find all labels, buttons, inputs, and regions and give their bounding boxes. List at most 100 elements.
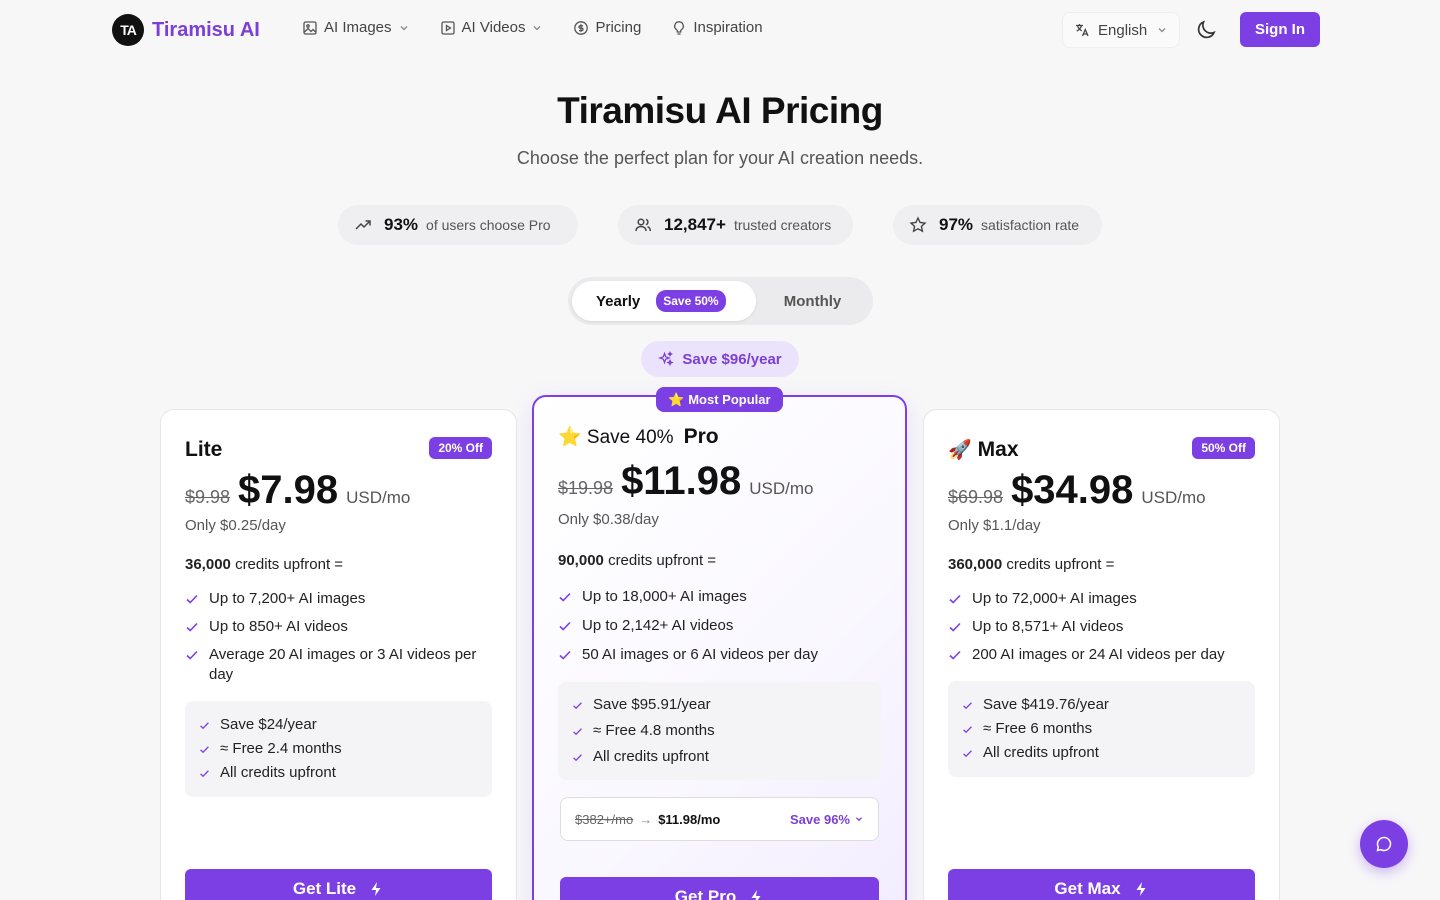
get-lite-button[interactable]: Get Lite: [185, 869, 492, 900]
chevron-down-icon: [856, 817, 862, 822]
perk-item: Save $419.76/year: [962, 693, 1241, 717]
dollar-circle-icon: [574, 20, 589, 35]
price-unit: USD/mo: [1141, 488, 1206, 507]
cta-label: Get Pro: [674, 887, 737, 900]
check-icon: [573, 753, 582, 761]
compare-old-price: $382+/mo: [575, 811, 634, 827]
price-per-day: Only $0.25/day: [185, 517, 286, 534]
feature-text: 50 AI images or 6 AI videos per day: [582, 646, 818, 663]
perk-text: ≈ Free 4.8 months: [593, 722, 715, 739]
perks-box: Save $24/year ≈ Free 2.4 months All cred…: [185, 701, 492, 797]
check-icon: [186, 650, 198, 660]
check-icon: [200, 769, 209, 777]
trending-up-icon: [355, 220, 371, 230]
plan-prefix: ⭐ Save 40%: [558, 427, 674, 448]
check-icon: [200, 721, 209, 729]
current-price: $7.98: [238, 468, 339, 512]
feature-item: Up to 18,000+ AI images: [558, 587, 885, 607]
chevron-down-icon: [400, 25, 407, 30]
check-icon: [559, 621, 571, 631]
credits-suffix: credits upfront =: [1006, 556, 1115, 573]
check-icon: [963, 749, 972, 757]
compare-save: Save 96%: [790, 812, 864, 827]
perk-text: ≈ Free 6 months: [983, 720, 1093, 737]
price-per-day: Only $0.38/day: [558, 511, 659, 528]
lightning-icon: [1136, 882, 1146, 896]
original-price: $19.98: [558, 478, 614, 498]
rocket-icon: 🚀: [948, 440, 972, 461]
feature-list: Up to 72,000+ AI images Up to 8,571+ AI …: [948, 589, 1259, 673]
perk-item: ≈ Free 6 months: [962, 717, 1241, 741]
stat-value: 93%: [384, 215, 419, 234]
stat-label: of users choose Pro: [426, 217, 551, 233]
check-icon: [963, 701, 972, 709]
get-pro-button[interactable]: Get Pro: [560, 877, 879, 900]
video-icon: [440, 20, 455, 35]
original-price: $9.98: [185, 487, 231, 507]
perks-box: Save $95.91/year ≈ Free 4.8 months All c…: [558, 682, 881, 780]
star-icon: [909, 216, 927, 233]
perk-text: All credits upfront: [983, 744, 1099, 761]
perk-text: Save $24/year: [220, 716, 317, 733]
sign-in-button[interactable]: Sign In: [1240, 12, 1320, 47]
get-max-button[interactable]: Get Max: [948, 869, 1255, 900]
credits-amount: 90,000: [558, 552, 604, 569]
perks-box: Save $419.76/year ≈ Free 6 months All cr…: [948, 681, 1255, 777]
image-icon: [303, 20, 317, 35]
lightning-icon: [751, 890, 761, 900]
stat-pill-satisfaction: 97% satisfaction rate: [893, 205, 1102, 245]
nav-link-label: Pricing: [595, 19, 642, 36]
plan-card-lite: Lite 20% Off $9.98 $7.98 USD/mo Only $0.…: [160, 409, 517, 900]
chat-button[interactable]: [1360, 820, 1408, 868]
perk-item: All credits upfront: [962, 741, 1241, 765]
feature-text: Up to 8,571+ AI videos: [972, 618, 1124, 635]
check-icon: [186, 622, 198, 632]
page-title: Tiramisu AI Pricing: [557, 90, 883, 131]
billing-yearly-label: Yearly: [596, 292, 641, 310]
check-icon: [949, 622, 961, 632]
language-select[interactable]: English: [1062, 12, 1180, 48]
price-unit: USD/mo: [749, 479, 814, 498]
nav-link-ai-videos[interactable]: AI Videos: [440, 19, 544, 36]
save-per-year-badge: Save $96/year: [641, 341, 799, 377]
credits-line: 360,000 credits upfront =: [948, 556, 1114, 573]
credits-amount: 36,000: [185, 556, 231, 573]
most-popular-badge: ⭐ Most Popular: [656, 387, 783, 412]
feature-item: Up to 850+ AI videos: [185, 617, 496, 637]
nav-link-pricing[interactable]: Pricing: [573, 19, 641, 36]
nav-link-inspiration[interactable]: Inspiration: [671, 19, 763, 36]
credits-line: 90,000 credits upfront =: [558, 552, 716, 569]
plan-name-row: ⭐ Save 40% Pro: [558, 425, 719, 449]
translate-icon: [1076, 24, 1089, 37]
lightning-icon: [371, 882, 381, 896]
moon-icon[interactable]: [1194, 18, 1218, 42]
price-comparison-toggle[interactable]: $382+/mo → $11.98/mo Save 96%: [560, 797, 879, 841]
credits-suffix: credits upfront =: [235, 556, 344, 573]
perk-text: Save $419.76/year: [983, 696, 1109, 713]
current-price: $11.98: [621, 459, 742, 503]
cta-label: Get Max: [1054, 879, 1121, 898]
plan-name-row: 🚀 Max: [948, 438, 1019, 462]
feature-list: Up to 18,000+ AI images Up to 2,142+ AI …: [558, 587, 885, 673]
stat-value: 97%: [939, 215, 974, 234]
feature-text: 200 AI images or 24 AI videos per day: [972, 646, 1225, 663]
language-label: English: [1098, 21, 1148, 39]
feature-list: Up to 7,200+ AI images Up to 850+ AI vid…: [185, 589, 496, 693]
plan-card-max: 🚀 Max 50% Off $69.98 $34.98 USD/mo Only …: [923, 409, 1280, 900]
billing-yearly-tab[interactable]: Yearly Save 50%: [572, 281, 756, 321]
price-per-day: Only $1.1/day: [948, 517, 1041, 534]
billing-toggle: Yearly Save 50% Monthly: [568, 277, 873, 325]
perk-item: Save $24/year: [199, 713, 478, 737]
feature-text: Up to 18,000+ AI images: [582, 588, 747, 605]
plan-name: Pro: [683, 425, 719, 448]
feature-text: Up to 850+ AI videos: [209, 618, 348, 635]
stat-value: 12,847+: [664, 215, 726, 234]
perk-item: All credits upfront: [572, 744, 867, 770]
billing-monthly-tab[interactable]: Monthly: [756, 281, 869, 321]
lightbulb-icon: [674, 20, 685, 35]
credits-line: 36,000 credits upfront =: [185, 556, 343, 573]
logo[interactable]: TA Tiramisu AI: [112, 14, 260, 46]
stat-pill-creators: 12,847+ trusted creators: [618, 205, 853, 245]
nav-link-ai-images[interactable]: AI Images: [302, 19, 410, 36]
feature-item: Up to 2,142+ AI videos: [558, 616, 885, 636]
